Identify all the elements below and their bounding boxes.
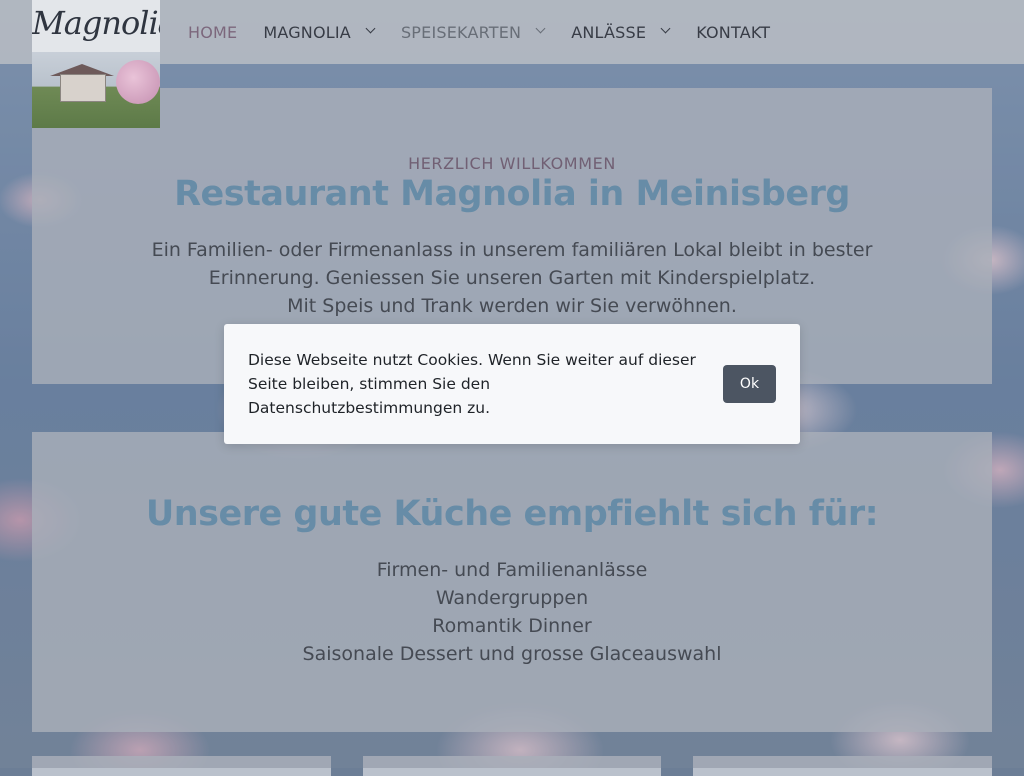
logo-wordmark: Magnolia: [32, 4, 160, 42]
cookie-dialog: Diese Webseite nutzt Cookies. Wenn Sie w…: [224, 324, 800, 444]
magnolia-tree-shape: [116, 60, 160, 104]
house-shape: [60, 74, 106, 102]
cookie-ok-button[interactable]: Ok: [723, 365, 776, 403]
logo-restaurant-photo: [32, 52, 160, 128]
cookie-message: Diese Webseite nutzt Cookies. Wenn Sie w…: [248, 351, 696, 417]
site-logo[interactable]: Magnolia: [32, 0, 160, 128]
